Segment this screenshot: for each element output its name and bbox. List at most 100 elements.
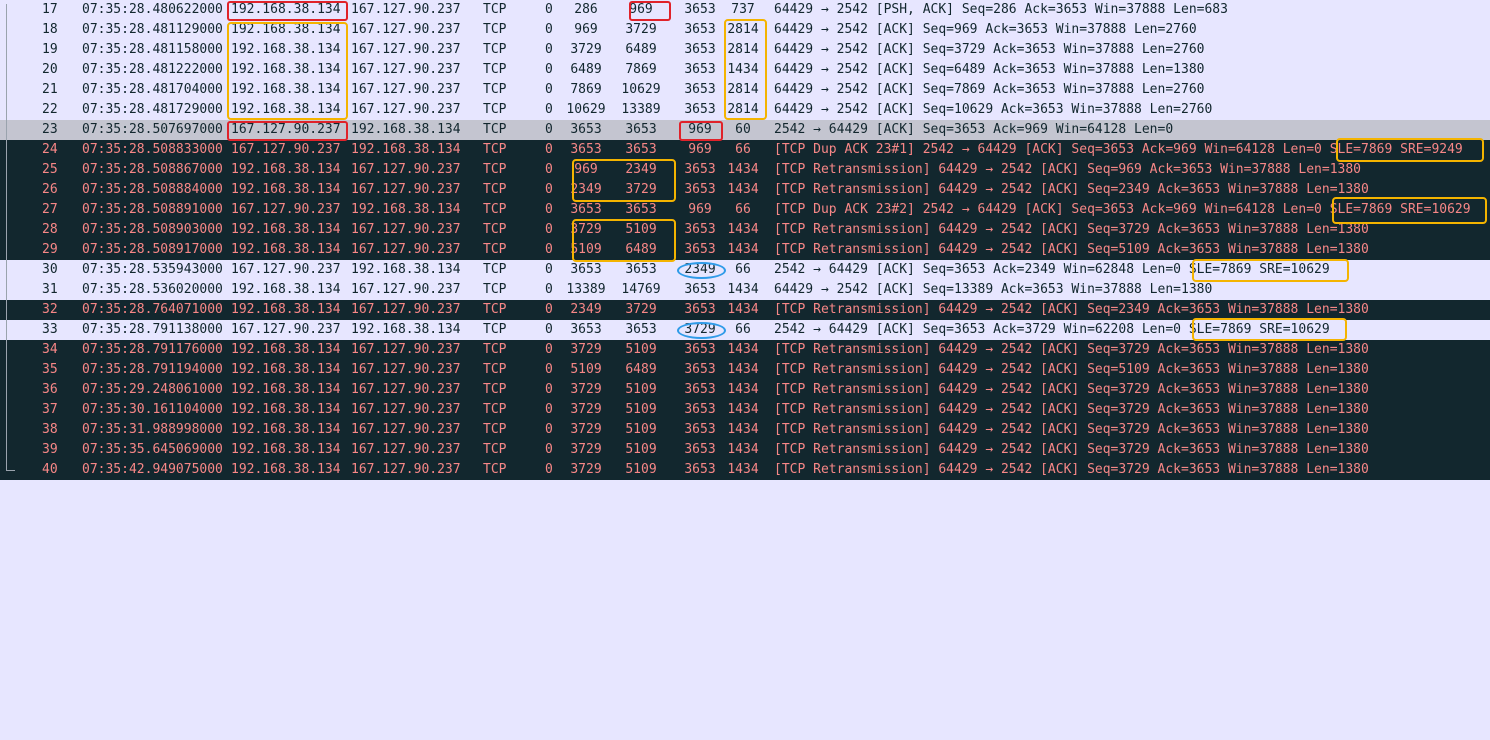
packet-protocol: TCP xyxy=(483,462,507,477)
packet-flag-column: 0 xyxy=(545,122,553,137)
packet-flag-column: 0 xyxy=(545,362,553,377)
packet-time: 07:35:28.508891000 xyxy=(82,202,223,217)
packet-number: 31 xyxy=(42,282,58,297)
packet-time: 07:35:28.764071000 xyxy=(82,302,223,317)
packet-time: 07:35:28.507697000 xyxy=(82,122,223,137)
packet-flag-column: 0 xyxy=(545,222,553,237)
packet-seq: 3729 xyxy=(570,442,602,457)
packet-seq: 5109 xyxy=(570,362,602,377)
packet-time: 07:35:28.481158000 xyxy=(82,42,223,57)
packet-flag-column: 0 xyxy=(545,42,553,57)
packet-next-seq: 3653 xyxy=(625,122,657,137)
packet-number: 32 xyxy=(42,302,58,317)
packet-row[interactable]: 24 07:35:28.508833000 167.127.90.237 192… xyxy=(0,140,1490,160)
packet-info: [TCP Dup ACK 23#1] 2542 → 64429 [ACK] Se… xyxy=(774,142,1463,157)
tree-line xyxy=(6,420,19,440)
packet-next-seq: 14769 xyxy=(621,282,661,297)
packet-row[interactable]: 40 07:35:42.949075000 192.168.38.134 167… xyxy=(0,460,1490,480)
packet-row[interactable]: 37 07:35:30.161104000 192.168.38.134 167… xyxy=(0,400,1490,420)
packet-protocol: TCP xyxy=(483,182,507,197)
packet-row[interactable]: 29 07:35:28.508917000 192.168.38.134 167… xyxy=(0,240,1490,260)
packet-row-selected[interactable]: 23 07:35:28.507697000 167.127.90.237 192… xyxy=(0,120,1490,140)
packet-row[interactable]: 32 07:35:28.764071000 192.168.38.134 167… xyxy=(0,300,1490,320)
packet-list: 17 07:35:28.480622000 192.168.38.134 167… xyxy=(0,0,1490,481)
packet-destination: 167.127.90.237 xyxy=(351,462,461,477)
packet-row[interactable]: 30 07:35:28.535943000 167.127.90.237 192… xyxy=(0,260,1490,280)
packet-number: 27 xyxy=(42,202,58,217)
packet-seq: 969 xyxy=(574,162,598,177)
packet-info: [TCP Retransmission] 64429 → 2542 [ACK] … xyxy=(774,362,1369,377)
packet-number: 33 xyxy=(42,322,58,337)
packet-number: 17 xyxy=(42,2,58,17)
packet-row[interactable]: 31 07:35:28.536020000 192.168.38.134 167… xyxy=(0,280,1490,300)
packet-protocol: TCP xyxy=(483,402,507,417)
packet-flag-column: 0 xyxy=(545,182,553,197)
tree-line xyxy=(6,380,19,400)
packet-number: 30 xyxy=(42,262,58,277)
packet-source: 192.168.38.134 xyxy=(231,242,341,257)
packet-row[interactable]: 17 07:35:28.480622000 192.168.38.134 167… xyxy=(0,0,1490,20)
packet-row[interactable]: 21 07:35:28.481704000 192.168.38.134 167… xyxy=(0,80,1490,100)
packet-row[interactable]: 20 07:35:28.481222000 192.168.38.134 167… xyxy=(0,60,1490,80)
packet-length: 66 xyxy=(735,262,751,277)
packet-protocol: TCP xyxy=(483,242,507,257)
packet-seq: 10629 xyxy=(566,102,606,117)
packet-row[interactable]: 38 07:35:31.988998000 192.168.38.134 167… xyxy=(0,420,1490,440)
packet-info: 2542 → 64429 [ACK] Seq=3653 Ack=2349 Win… xyxy=(774,262,1330,277)
packet-time: 07:35:28.791138000 xyxy=(82,322,223,337)
packet-length: 1434 xyxy=(727,182,759,197)
packet-seq: 3729 xyxy=(570,342,602,357)
packet-ack: 3653 xyxy=(684,2,716,17)
packet-protocol: TCP xyxy=(483,42,507,57)
packet-row[interactable]: 22 07:35:28.481729000 192.168.38.134 167… xyxy=(0,100,1490,120)
packet-destination: 167.127.90.237 xyxy=(351,302,461,317)
packet-seq: 3653 xyxy=(570,142,602,157)
packet-source: 192.168.38.134 xyxy=(231,402,341,417)
tree-line xyxy=(6,200,19,220)
packet-length: 66 xyxy=(735,142,751,157)
packet-source: 192.168.38.134 xyxy=(231,362,341,377)
packet-row[interactable]: 36 07:35:29.248061000 192.168.38.134 167… xyxy=(0,380,1490,400)
packet-flag-column: 0 xyxy=(545,62,553,77)
packet-row[interactable]: 19 07:35:28.481158000 192.168.38.134 167… xyxy=(0,40,1490,60)
packet-row[interactable]: 18 07:35:28.481129000 192.168.38.134 167… xyxy=(0,20,1490,40)
packet-time: 07:35:28.508917000 xyxy=(82,242,223,257)
packet-row[interactable]: 35 07:35:28.791194000 192.168.38.134 167… xyxy=(0,360,1490,380)
packet-length: 1434 xyxy=(727,342,759,357)
packet-length: 1434 xyxy=(727,462,759,477)
packet-row[interactable]: 27 07:35:28.508891000 167.127.90.237 192… xyxy=(0,200,1490,220)
packet-protocol: TCP xyxy=(483,302,507,317)
packet-next-seq: 10629 xyxy=(621,82,661,97)
packet-source: 192.168.38.134 xyxy=(231,182,341,197)
packet-row[interactable]: 39 07:35:35.645069000 192.168.38.134 167… xyxy=(0,440,1490,460)
packet-ack: 969 xyxy=(688,142,712,157)
packet-ack: 3653 xyxy=(684,422,716,437)
packet-ack: 3653 xyxy=(684,462,716,477)
packet-row[interactable]: 26 07:35:28.508884000 192.168.38.134 167… xyxy=(0,180,1490,200)
packet-number: 37 xyxy=(42,402,58,417)
packet-info: 64429 → 2542 [PSH, ACK] Seq=286 Ack=3653… xyxy=(774,2,1228,17)
packet-next-seq: 969 xyxy=(629,2,653,17)
packet-seq: 3653 xyxy=(570,322,602,337)
packet-seq: 2349 xyxy=(570,302,602,317)
packet-row[interactable]: 25 07:35:28.508867000 192.168.38.134 167… xyxy=(0,160,1490,180)
packet-destination: 192.168.38.134 xyxy=(351,202,461,217)
packet-row[interactable]: 28 07:35:28.508903000 192.168.38.134 167… xyxy=(0,220,1490,240)
packet-source: 192.168.38.134 xyxy=(231,22,341,37)
packet-row[interactable]: 33 07:35:28.791138000 167.127.90.237 192… xyxy=(0,320,1490,340)
packet-flag-column: 0 xyxy=(545,242,553,257)
packet-protocol: TCP xyxy=(483,282,507,297)
packet-ack: 969 xyxy=(688,122,712,137)
packet-row[interactable]: 34 07:35:28.791176000 192.168.38.134 167… xyxy=(0,340,1490,360)
packet-source: 192.168.38.134 xyxy=(231,62,341,77)
packet-next-seq: 3653 xyxy=(625,202,657,217)
packet-seq: 3729 xyxy=(570,382,602,397)
tree-line xyxy=(6,260,19,280)
tree-line xyxy=(6,440,19,460)
packet-flag-column: 0 xyxy=(545,462,553,477)
packet-time: 07:35:29.248061000 xyxy=(82,382,223,397)
packet-flag-column: 0 xyxy=(545,142,553,157)
packet-time: 07:35:28.508867000 xyxy=(82,162,223,177)
tree-line xyxy=(6,100,19,120)
packet-length: 2814 xyxy=(727,42,759,57)
